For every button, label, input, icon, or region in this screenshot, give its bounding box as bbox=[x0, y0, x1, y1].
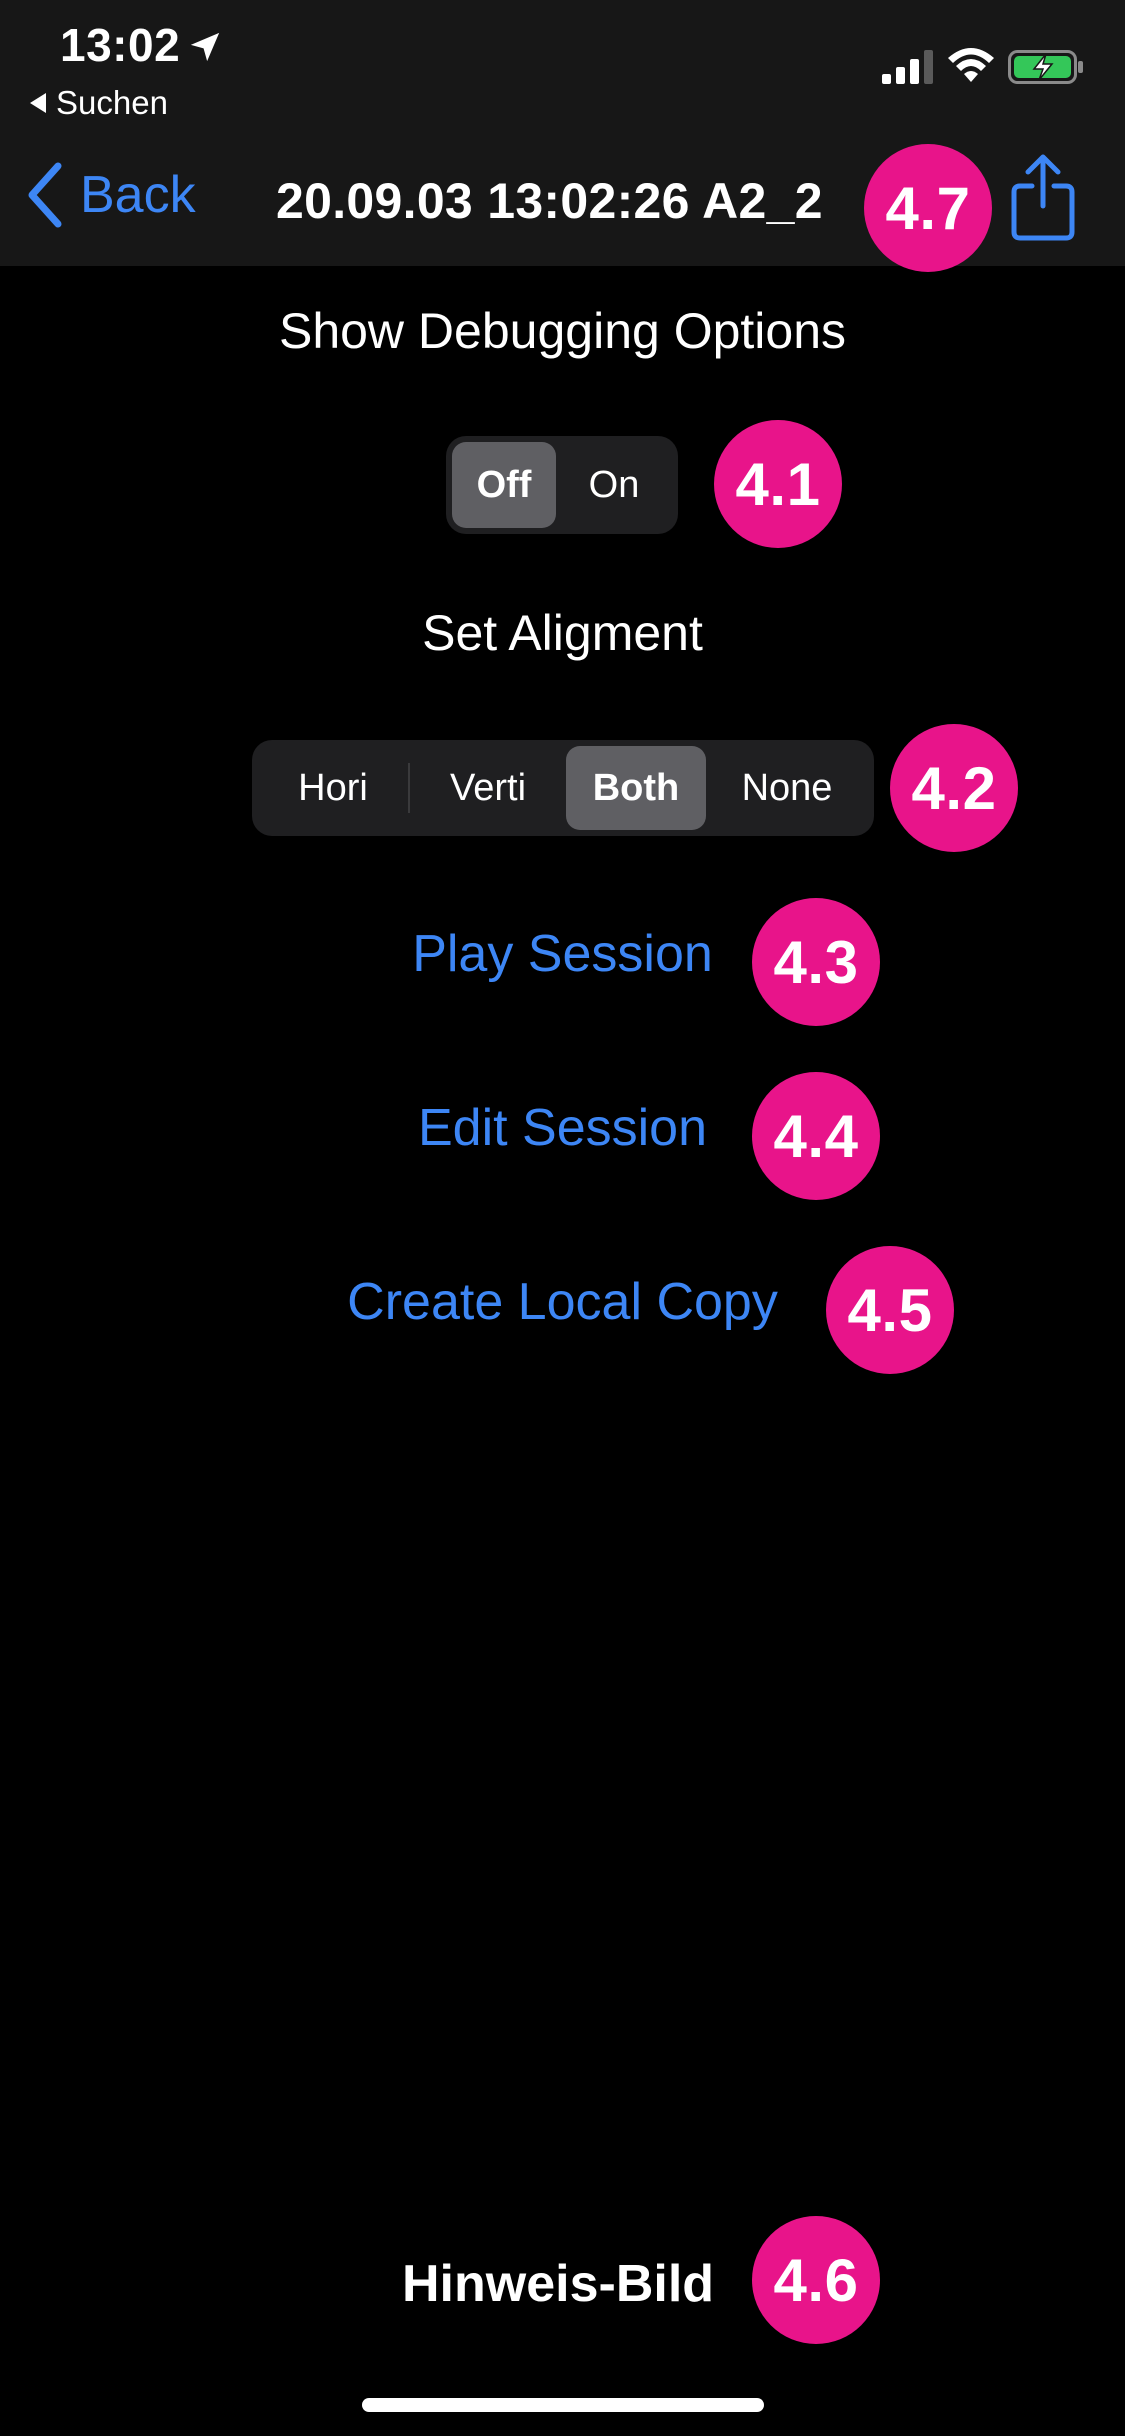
battery-charging-icon bbox=[1008, 50, 1083, 84]
debug-segmented-control: Off On bbox=[446, 436, 678, 534]
status-bar: 13:02 Suchen bbox=[0, 0, 1125, 132]
location-arrow-icon bbox=[190, 32, 220, 62]
alignment-option-hori[interactable]: Hori bbox=[258, 746, 408, 830]
home-indicator[interactable] bbox=[362, 2398, 764, 2412]
create-local-copy-button[interactable]: Create Local Copy bbox=[0, 1272, 1125, 1332]
alignment-option-none[interactable]: None bbox=[706, 746, 868, 830]
play-session-button[interactable]: Play Session bbox=[0, 924, 1125, 984]
hint-image-label: Hinweis-Bild bbox=[402, 2255, 715, 2313]
share-icon[interactable] bbox=[1008, 152, 1078, 242]
cellular-signal-icon bbox=[882, 50, 933, 84]
alignment-segmented-control: Hori Verti Both None bbox=[252, 740, 874, 836]
alignment-option-verti[interactable]: Verti bbox=[410, 746, 566, 830]
back-to-app-label: Suchen bbox=[56, 84, 168, 121]
annotation-badge-4-4: 4.4 bbox=[752, 1072, 880, 1200]
annotation-badge-4-5: 4.5 bbox=[826, 1246, 954, 1374]
chevron-left-icon bbox=[28, 162, 62, 228]
wifi-icon bbox=[948, 48, 994, 82]
edit-session-button[interactable]: Edit Session bbox=[0, 1098, 1125, 1158]
alignment-heading: Set Aligment bbox=[422, 605, 703, 661]
back-to-app-link[interactable]: Suchen bbox=[30, 84, 168, 122]
alignment-option-both[interactable]: Both bbox=[566, 746, 706, 830]
debug-option-off[interactable]: Off bbox=[452, 442, 556, 528]
debug-option-on[interactable]: On bbox=[556, 442, 672, 528]
page-title: 20.09.03 13:02:26 A2_2 bbox=[276, 173, 823, 229]
annotation-badge-4-1: 4.1 bbox=[714, 420, 842, 548]
annotation-badge-4-7: 4.7 bbox=[864, 144, 992, 272]
back-triangle-icon bbox=[30, 93, 46, 113]
back-button[interactable]: Back bbox=[24, 162, 196, 228]
status-time: 13:02 bbox=[60, 19, 181, 71]
debug-options-heading: Show Debugging Options bbox=[278, 303, 847, 359]
annotation-badge-4-2: 4.2 bbox=[890, 724, 1018, 852]
back-button-label: Back bbox=[80, 166, 196, 224]
annotation-badge-4-6: 4.6 bbox=[752, 2216, 880, 2344]
annotation-badge-4-3: 4.3 bbox=[752, 898, 880, 1026]
